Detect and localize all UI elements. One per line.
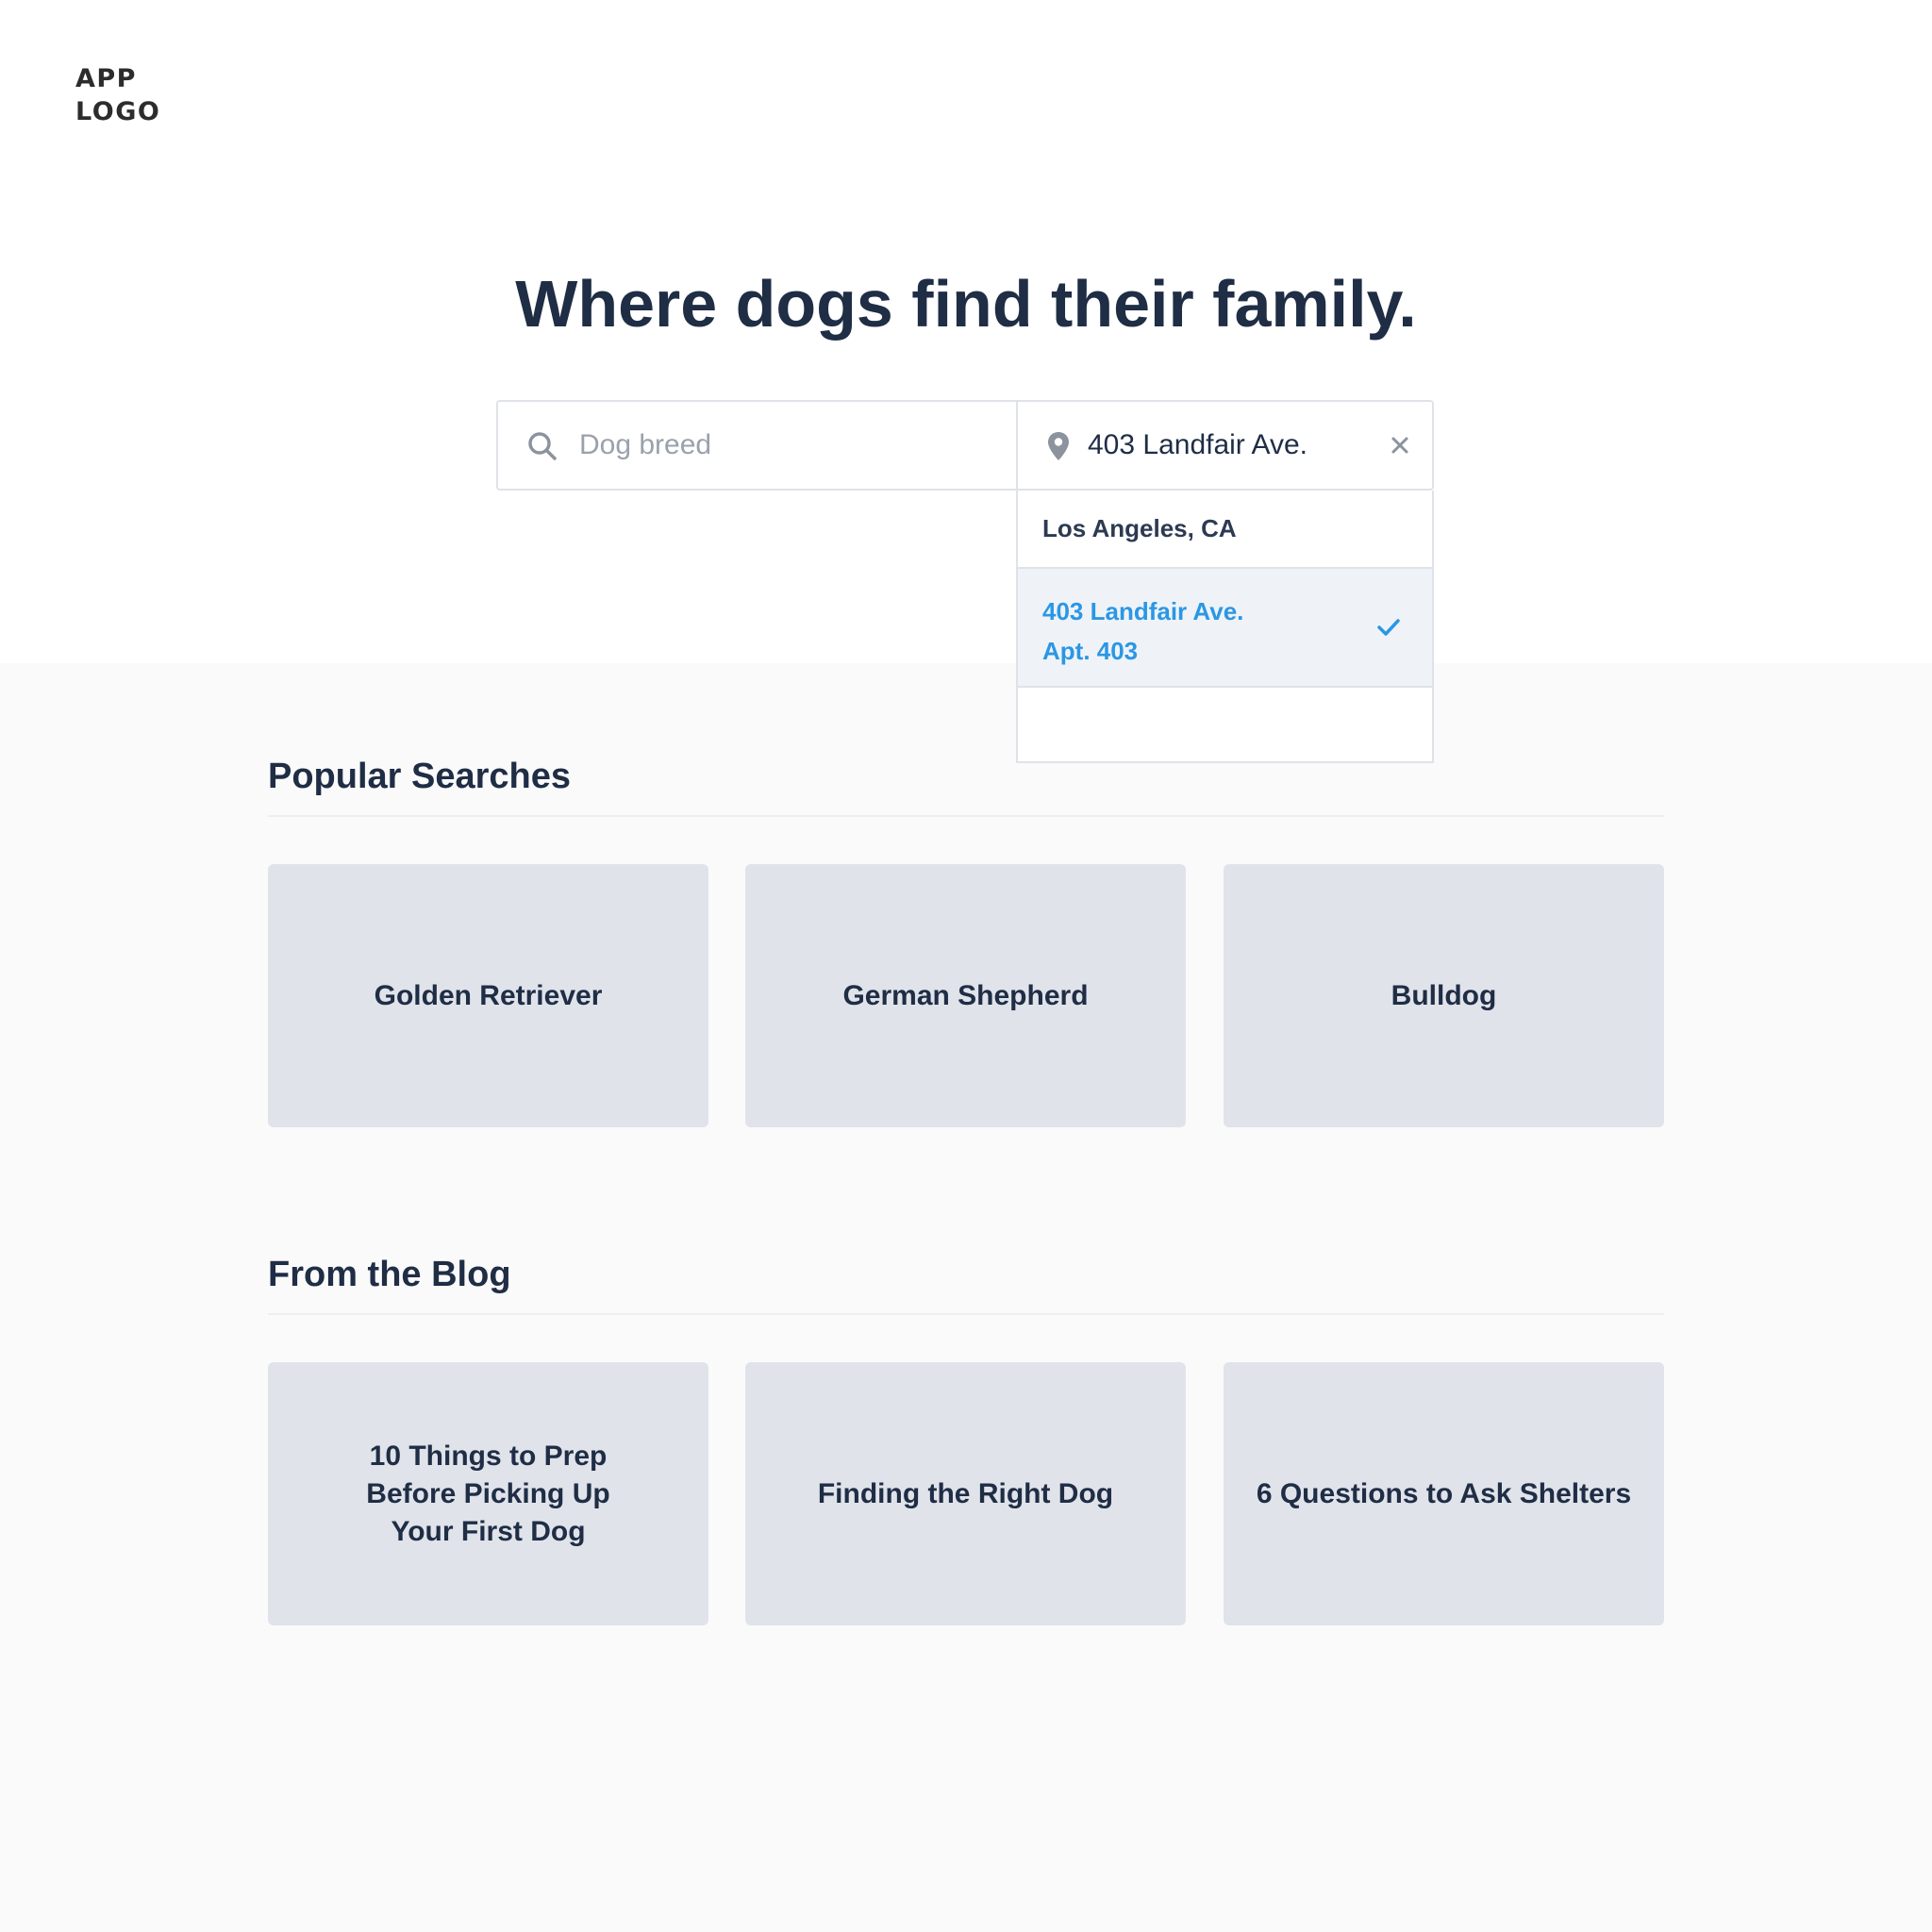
breed-input[interactable] bbox=[579, 421, 994, 470]
location-search-field[interactable] bbox=[1018, 402, 1432, 489]
page-headline: Where dogs find their family. bbox=[515, 267, 1417, 341]
close-icon[interactable] bbox=[1385, 430, 1415, 460]
location-suggestion-line-1: 403 Landfair Ave. bbox=[1042, 597, 1244, 625]
search-bar bbox=[496, 400, 1434, 491]
location-input[interactable] bbox=[1088, 421, 1371, 470]
search-icon bbox=[528, 432, 557, 460]
blog-title: From the Blog bbox=[268, 1255, 511, 1294]
location-suggestion-label: Los Angeles, CA bbox=[1042, 514, 1237, 542]
divider bbox=[268, 815, 1664, 817]
location-suggestions-dropdown: Los Angeles, CA 403 Landfair Ave. Apt. 4… bbox=[1016, 491, 1434, 763]
checkmark-icon bbox=[1377, 619, 1400, 636]
popular-search-card[interactable]: Golden Retriever bbox=[268, 864, 708, 1127]
card-label: 6 Questions to Ask Shelters bbox=[1256, 1477, 1632, 1509]
card-label: Golden Retriever bbox=[374, 979, 603, 1011]
location-suggestion-item[interactable]: Los Angeles, CA bbox=[1018, 491, 1432, 569]
blog-post-card[interactable]: 6 Questions to Ask Shelters bbox=[1224, 1362, 1664, 1625]
divider bbox=[268, 1313, 1664, 1315]
card-label: Bulldog bbox=[1391, 979, 1497, 1011]
app-logo[interactable]: APP LOGO bbox=[75, 62, 160, 128]
location-suggestion-item-selected[interactable]: 403 Landfair Ave. Apt. 403 bbox=[1018, 569, 1432, 688]
blog-post-card[interactable]: 10 Things to Prep Before Picking Up Your… bbox=[268, 1362, 708, 1625]
logo-line-2: LOGO bbox=[75, 97, 161, 126]
map-pin-icon bbox=[1048, 432, 1069, 460]
popular-search-card[interactable]: German Shepherd bbox=[745, 864, 1186, 1127]
card-label: Finding the Right Dog bbox=[817, 1477, 1114, 1509]
blog-post-card[interactable]: Finding the Right Dog bbox=[745, 1362, 1186, 1625]
location-suggestion-line-2: Apt. 403 bbox=[1042, 637, 1139, 665]
card-label: 10 Things to Prep Before Picking Up Your… bbox=[366, 1440, 610, 1547]
card-label: German Shepherd bbox=[842, 979, 1089, 1011]
popular-search-card[interactable]: Bulldog bbox=[1224, 864, 1664, 1127]
breed-search-field[interactable] bbox=[498, 402, 1018, 489]
popular-searches-title: Popular Searches bbox=[268, 757, 572, 796]
logo-line-1: APP bbox=[75, 64, 137, 93]
